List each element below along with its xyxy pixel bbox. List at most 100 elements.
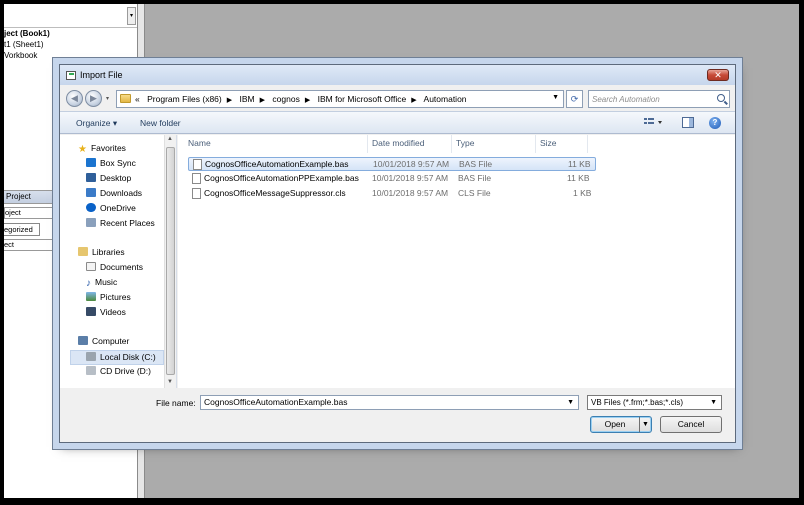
star-icon: ★ <box>78 144 87 155</box>
address-dropdown-icon[interactable]: ▼ <box>552 94 559 101</box>
box-sync-icon <box>86 158 96 167</box>
onedrive-icon <box>86 203 96 212</box>
scroll-down-button[interactable]: ▾ <box>127 7 136 25</box>
hard-drive-icon <box>86 352 96 361</box>
file-type: BAS File <box>459 159 493 169</box>
file-list: Name Date modified Type Size CognosOffic… <box>178 135 735 388</box>
breadcrumb: « Program Files (x86) ▶ IBM ▶ cognos ▶ IBM … <box>135 94 472 104</box>
recent-locations-dropdown[interactable]: ▾ <box>106 95 109 102</box>
back-button[interactable]: ◀ <box>66 90 83 107</box>
file-icon <box>192 173 201 184</box>
nav-pictures[interactable]: Pictures <box>86 292 131 302</box>
file-type-value: VB Files (*.frm;*.bas;*.cls) <box>591 398 684 407</box>
search-box[interactable] <box>588 90 730 108</box>
command-bar: Organize ▾ New folder ? <box>60 111 735 134</box>
file-name-value: CognosOfficeAutomationExample.bas <box>204 397 348 407</box>
file-row[interactable]: CognosOfficeAutomationPPExample.bas 10/0… <box>188 172 596 186</box>
chevron-right-icon[interactable]: ▶ <box>227 97 232 104</box>
tree-item-workbook[interactable]: Vorkbook <box>4 51 37 60</box>
new-folder-button[interactable]: New folder <box>140 118 181 128</box>
cancel-button[interactable]: Cancel <box>660 416 722 433</box>
nav-videos[interactable]: Videos <box>86 307 126 317</box>
column-header-type[interactable]: Type <box>452 135 536 153</box>
refresh-icon[interactable]: ⟳ <box>566 90 583 108</box>
column-header-size[interactable]: Size <box>536 135 588 153</box>
breadcrumb-cognos[interactable]: cognos <box>272 94 299 104</box>
address-bar[interactable]: « Program Files (x86) ▶ IBM ▶ cognos ▶ IBM … <box>116 90 564 108</box>
view-options-icon[interactable] <box>644 117 662 128</box>
nav-libraries[interactable]: Libraries <box>78 247 125 257</box>
chevron-right-icon[interactable]: ▶ <box>411 97 416 104</box>
nav-onedrive[interactable]: OneDrive <box>86 203 136 213</box>
search-icon[interactable] <box>717 94 725 102</box>
downloads-icon <box>86 188 96 197</box>
breadcrumb-program-files[interactable]: Program Files (x86) <box>147 94 222 104</box>
chevron-down-icon[interactable]: ▼ <box>567 396 574 409</box>
file-name: CognosOfficeAutomationPPExample.bas <box>204 173 359 183</box>
file-size: 11 KB <box>567 173 590 183</box>
scroll-down-icon[interactable]: ▼ <box>167 379 173 385</box>
file-name-input[interactable]: CognosOfficeAutomationExample.bas ▼ <box>200 395 579 410</box>
file-date: 10/01/2018 9:57 AM <box>373 159 450 169</box>
computer-icon <box>78 336 88 345</box>
project-explorer-toolbar: ▾ <box>4 4 137 28</box>
nav-cd-drive[interactable]: CD Drive (D:) <box>86 366 151 376</box>
file-date: 10/01/2018 9:57 AM <box>372 188 449 198</box>
breadcrumb-ibm[interactable]: IBM <box>240 94 255 104</box>
nav-downloads[interactable]: Downloads <box>86 188 142 198</box>
libraries-icon <box>78 247 88 256</box>
cd-drive-icon <box>86 366 96 375</box>
chevron-right-icon[interactable]: ▶ <box>305 97 310 104</box>
recent-places-icon <box>86 218 96 227</box>
dialog-titlebar[interactable]: Import File ✕ <box>60 65 735 85</box>
import-file-dialog: Import File ✕ ◀ ▶ ▾ « Program Files (x86… <box>59 64 736 443</box>
navigation-scrollbar[interactable]: ▲ ▼ <box>164 135 176 388</box>
properties-categorized-tab[interactable]: egorized <box>4 223 40 236</box>
file-type-select[interactable]: VB Files (*.frm;*.bas;*.cls) ▼ <box>587 395 722 410</box>
vba-editor-window: ▾ ject (Book1) t1 (Sheet1) Vorkbook Proj… <box>4 4 799 498</box>
navigation-pane: ★ Favorites Box Sync Desktop Downloads On… <box>60 135 177 388</box>
open-options-dropdown[interactable]: ▼ <box>639 417 651 432</box>
breadcrumb-overflow[interactable]: « <box>135 94 140 104</box>
nav-local-disk[interactable]: Local Disk (C:) <box>70 350 164 365</box>
nav-computer[interactable]: Computer <box>78 336 129 346</box>
nav-documents[interactable]: Documents <box>86 262 143 272</box>
column-header-name[interactable]: Name <box>184 135 368 153</box>
nav-music[interactable]: ♪ Music <box>86 277 117 289</box>
file-name: CognosOfficeMessageSuppressor.cls <box>204 188 346 198</box>
scrollbar-thumb[interactable] <box>166 147 175 375</box>
nav-desktop[interactable]: Desktop <box>86 173 131 183</box>
nav-recent-places[interactable]: Recent Places <box>86 218 155 228</box>
nav-favorites[interactable]: ★ Favorites <box>78 143 126 155</box>
search-input[interactable] <box>592 93 710 105</box>
file-date: 10/01/2018 9:57 AM <box>372 173 449 183</box>
nav-box-sync[interactable]: Box Sync <box>86 158 136 168</box>
file-size: 1 KB <box>573 188 592 198</box>
music-icon: ♪ <box>86 278 91 289</box>
file-icon <box>192 188 201 199</box>
breadcrumb-automation[interactable]: Automation <box>424 94 467 104</box>
folder-icon <box>120 94 131 103</box>
file-type: CLS File <box>458 188 491 198</box>
file-row[interactable]: CognosOfficeMessageSuppressor.cls 10/01/… <box>188 187 596 201</box>
scroll-up-icon[interactable]: ▲ <box>167 136 173 142</box>
forward-button[interactable]: ▶ <box>85 90 102 107</box>
file-name-label: File name: <box>156 398 196 408</box>
tree-item-project[interactable]: ject (Book1) <box>4 29 50 38</box>
file-size: 11 KB <box>568 159 591 169</box>
import-file-app-icon <box>66 71 76 80</box>
chevron-right-icon[interactable]: ▶ <box>260 97 265 104</box>
file-icon <box>193 159 202 170</box>
help-icon[interactable]: ? <box>709 117 721 129</box>
chevron-down-icon[interactable]: ▼ <box>710 396 717 409</box>
file-name: CognosOfficeAutomationExample.bas <box>205 159 349 169</box>
organize-menu[interactable]: Organize ▾ <box>76 118 117 129</box>
column-header-date[interactable]: Date modified <box>368 135 452 153</box>
tree-item-sheet1[interactable]: t1 (Sheet1) <box>4 40 44 49</box>
breadcrumb-ibm-office[interactable]: IBM for Microsoft Office <box>318 94 407 104</box>
file-row[interactable]: CognosOfficeAutomationExample.bas 10/01/… <box>188 157 596 171</box>
dialog-title: Import File <box>80 70 123 80</box>
open-button[interactable]: Open ▼ <box>590 416 652 433</box>
preview-pane-icon[interactable] <box>682 117 694 128</box>
close-button[interactable]: ✕ <box>707 69 729 81</box>
